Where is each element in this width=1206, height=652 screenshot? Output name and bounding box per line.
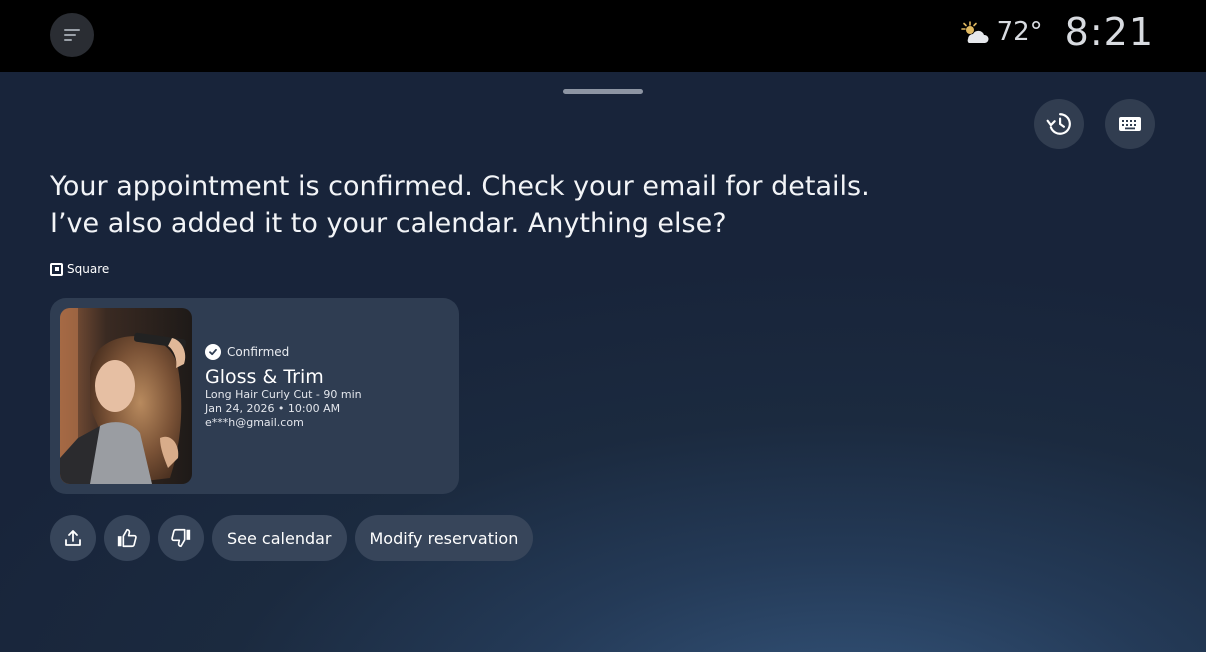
appointment-details: Confirmed Gloss & Trim Long Hair Curly C… — [205, 344, 362, 430]
appointment-datetime: Jan 24, 2026 • 10:00 AM — [205, 402, 341, 415]
check-circle-icon — [205, 344, 221, 360]
business-name: Gloss & Trim — [205, 366, 324, 388]
service-name: Long Hair Curly Cut - 90 min — [205, 388, 362, 401]
top-bar: 72° 8:21 — [0, 0, 1206, 72]
menu-button[interactable] — [50, 13, 94, 57]
status-row: Confirmed — [205, 344, 362, 360]
thumbs-up-button[interactable] — [104, 515, 150, 561]
assistant-message: Your appointment is confirmed. Check you… — [50, 168, 950, 242]
modify-reservation-button[interactable]: Modify reservation — [354, 515, 534, 561]
history-button[interactable] — [1034, 99, 1084, 149]
share-button[interactable] — [50, 515, 96, 561]
menu-icon — [64, 29, 80, 41]
status-area: 72° 8:21 — [959, 10, 1154, 54]
appointment-card[interactable]: Confirmed Gloss & Trim Long Hair Curly C… — [50, 298, 459, 494]
confirmation-email: e***h@gmail.com — [205, 416, 304, 429]
keyboard-button[interactable] — [1105, 99, 1155, 149]
history-icon — [1046, 113, 1071, 135]
see-calendar-button[interactable]: See calendar — [212, 515, 347, 561]
partly-cloudy-icon — [960, 21, 989, 43]
thumbs-down-icon — [171, 528, 191, 548]
provider-name: Square — [67, 262, 110, 276]
square-logo-icon — [50, 262, 63, 276]
clock: 8:21 — [1064, 10, 1154, 54]
message-line-1: Your appointment is confirmed. Check you… — [50, 171, 870, 202]
action-row: See calendar Modify reservation — [50, 515, 534, 561]
keyboard-icon — [1119, 117, 1141, 131]
thumbs-down-button[interactable] — [158, 515, 204, 561]
share-icon — [65, 530, 81, 546]
salon-photo — [60, 308, 192, 484]
message-line-2: I’ve also added it to your calendar. Any… — [50, 208, 727, 239]
provider-attribution: Square — [50, 262, 109, 276]
status-badge: Confirmed — [227, 345, 290, 359]
temperature: 72° — [996, 17, 1043, 47]
thumbs-up-icon — [117, 528, 137, 548]
drag-handle[interactable] — [563, 89, 643, 94]
